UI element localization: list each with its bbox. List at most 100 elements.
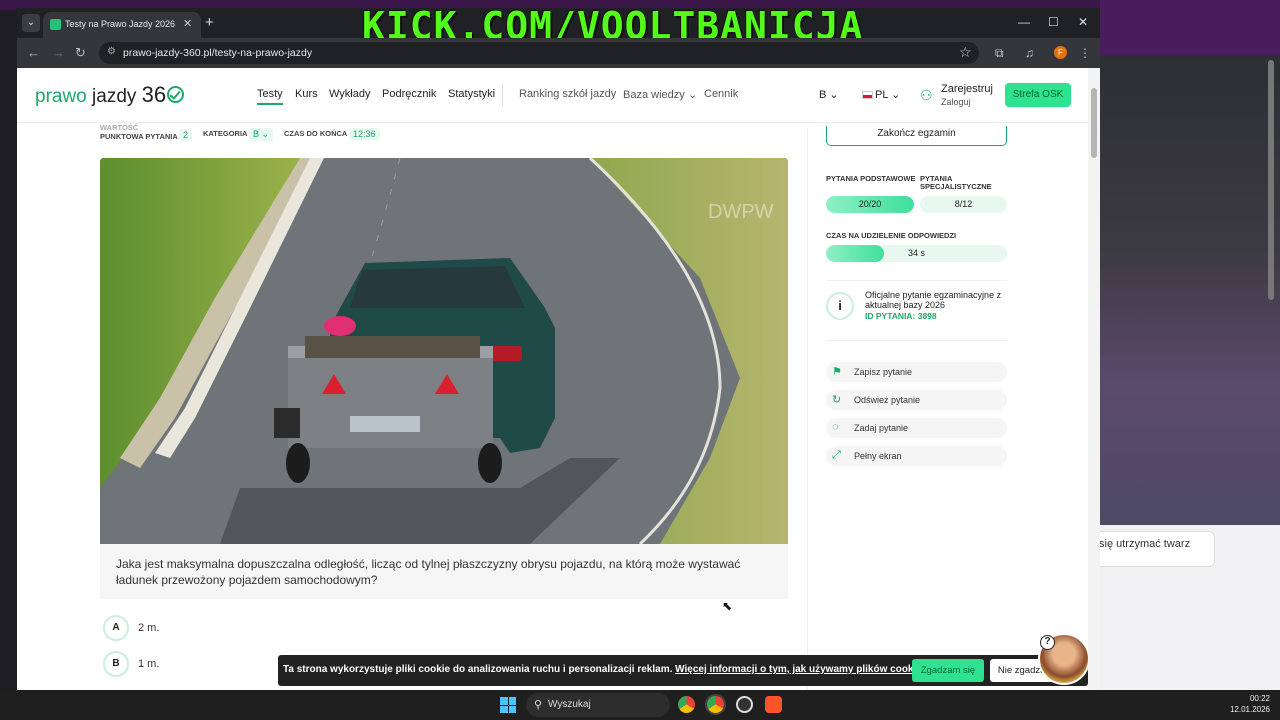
chat-message: się utrzymać twarz (1090, 531, 1215, 567)
time-left-value: 12:36 (349, 128, 380, 140)
points-label: PUNKTOWA PYTANIA (100, 132, 178, 141)
cookie-banner: Ta strona wykorzystuje pliki cookie do a… (278, 655, 1088, 686)
tab-search-button[interactable]: ⌄ (22, 14, 40, 32)
chat-bubble-icon: ◌ (832, 421, 839, 433)
answer-letter: A (103, 615, 129, 641)
system-clock[interactable]: 00:22 12.01.2026 (1226, 693, 1270, 715)
search-icon: ⚲ (534, 699, 543, 711)
register-link[interactable]: Zarejestruj (941, 83, 993, 95)
question-image: DWPW (100, 158, 788, 544)
bookmark-star-icon[interactable]: ☆ (959, 44, 972, 61)
poland-flag-icon (862, 91, 873, 99)
language-select[interactable]: PL ⌄ (862, 88, 900, 101)
taskbar: ⚲ Wyszukaj 00:22 12.01.2026 (0, 690, 1280, 720)
chrome-icon[interactable] (678, 696, 695, 713)
brave-icon[interactable] (765, 696, 782, 713)
car-with-trailer-photo: DWPW (100, 158, 788, 544)
logo-check-icon (167, 86, 185, 103)
nav-lectures[interactable]: Wykłady (329, 88, 370, 100)
points-value: 2 (179, 129, 193, 141)
chevron-down-icon: ⌄ (891, 89, 901, 101)
divider (826, 340, 1007, 341)
help-question-icon[interactable]: ? (1040, 635, 1055, 650)
save-question-button[interactable]: ⚑ Zapisz pytanie (826, 362, 1007, 382)
chevron-down-icon: ⌄ (687, 89, 698, 101)
site-header: prawo jazdy 36 Testy Kurs Wykłady Podręc… (17, 68, 1088, 123)
mouse-cursor-icon: ⬉ (722, 599, 733, 613)
svg-text:DWPW: DWPW (708, 201, 774, 223)
divider (826, 280, 1007, 281)
basic-questions-progress: 20/20 (826, 196, 914, 213)
sidebar-divider (807, 128, 808, 690)
media-controls-icon[interactable]: ♫ (1025, 46, 1034, 60)
tab-title: Testy na Prawo Jazdy 2026 - Da (65, 19, 175, 29)
nav-handbook[interactable]: Podręcznik (382, 88, 436, 100)
forward-arrow-icon[interactable]: → (52, 45, 65, 60)
special-questions-label: PYTANIA SPECJALISTYCZNE (920, 174, 992, 191)
background-scrollbar[interactable] (1268, 60, 1274, 300)
active-tab[interactable]: Testy na Prawo Jazdy 2026 - Da ✕ (43, 12, 201, 38)
new-tab-plus-icon[interactable]: + (205, 14, 214, 31)
profile-avatar[interactable]: F (1054, 46, 1067, 59)
official-question-text: Oficjalne pytanie egzaminacyjne z aktual… (865, 290, 1002, 310)
tab-bar: ⌄ Testy na Prawo Jazdy 2026 - Da ✕ + KIC… (17, 8, 1100, 48)
site-favicon-icon (50, 19, 61, 30)
category-select[interactable]: B ⌄ (819, 88, 839, 101)
chevron-down-icon: ⌄ (829, 89, 839, 101)
obs-icon[interactable] (736, 696, 753, 713)
basic-questions-label: PYTANIA PODSTAWOWE (826, 174, 916, 183)
nav-pricing[interactable]: Cennik (704, 88, 738, 100)
osk-zone-button[interactable]: Strefa OSK (1005, 83, 1071, 107)
expand-icon: ⤢ (832, 449, 841, 461)
close-icon[interactable]: ✕ (183, 17, 192, 30)
cookie-info-link[interactable]: Więcej informacji o tym, jak używamy pli… (675, 664, 922, 675)
cookie-text: Ta strona wykorzystuje pliki cookie do a… (283, 664, 922, 675)
window-close-icon[interactable]: ✕ (1078, 15, 1088, 29)
chevron-down-icon: ⌄ (261, 129, 270, 139)
answer-time-fill (826, 245, 884, 262)
nav-statistics[interactable]: Statystyki (448, 88, 495, 100)
menu-dots-icon[interactable]: ⋮ (1079, 46, 1091, 60)
answer-option-a[interactable]: A 2 m. (103, 615, 403, 641)
refresh-question-button[interactable]: ↻ Odśwież pytanie (826, 390, 1007, 410)
nav-ranking[interactable]: Ranking szkół jazdy (519, 88, 616, 100)
taskbar-search[interactable]: ⚲ Wyszukaj (526, 693, 670, 717)
nav-tests[interactable]: Testy (257, 88, 283, 105)
points-label-top: WARTOŚĆ (100, 123, 139, 132)
web-page: prawo jazdy 36 Testy Kurs Wykłady Podręc… (17, 68, 1088, 690)
address-bar-row: ← → ↻ ⚙ prawo-jazdy-360.pl/testy-na-praw… (17, 38, 1100, 68)
chrome-active-icon[interactable] (707, 696, 724, 713)
site-logo[interactable]: prawo jazdy 36 (35, 82, 185, 108)
fullscreen-button[interactable]: ⤢ Pełny ekran (826, 446, 1007, 466)
category-label: KATEGORIA (203, 129, 248, 138)
nav-knowledge-base[interactable]: Baza wiedzy ⌄ (623, 88, 697, 101)
cookie-accept-button[interactable]: Zgadzam się (912, 659, 984, 682)
time-left-label: CZAS DO KOŃCA (284, 129, 348, 138)
windows-start-icon[interactable] (500, 697, 516, 713)
minimize-icon[interactable]: — (1018, 15, 1030, 29)
browser-window: ⌄ Testy na Prawo Jazdy 2026 - Da ✕ + KIC… (17, 8, 1100, 690)
refresh-icon: ↻ (832, 394, 842, 406)
user-add-icon: ⚇ (920, 87, 933, 103)
ask-question-button[interactable]: ◌ Zadaj pytanie (826, 418, 1007, 438)
category-value[interactable]: B ⌄ (249, 128, 274, 141)
site-info-icon[interactable]: ⚙ (107, 46, 116, 57)
nav-divider (502, 84, 503, 106)
scrollbar-thumb[interactable] (1091, 88, 1097, 158)
background-window-toolbar (1100, 0, 1280, 55)
page-scrollbar[interactable] (1088, 68, 1100, 690)
special-questions-progress: 8/12 (920, 196, 1007, 213)
info-icon: i (826, 292, 854, 320)
maximize-icon[interactable]: ☐ (1048, 15, 1059, 29)
answer-time-label: CZAS NA UDZIELENIE ODPOWIEDZI (826, 231, 957, 240)
bookmark-icon: ⚑ (832, 366, 842, 378)
question-id: ID PYTANIA: 3898 (865, 311, 937, 321)
reload-icon[interactable]: ↻ (75, 45, 86, 61)
question-text: Jaka jest maksymalna dopuszczalna odległ… (100, 544, 788, 599)
end-exam-button[interactable]: Zakończ egzamin (826, 126, 1007, 146)
extensions-icon[interactable]: ⧉ (995, 46, 1004, 61)
login-link[interactable]: Zaloguj (941, 97, 971, 107)
nav-course[interactable]: Kurs (295, 88, 318, 100)
url-field[interactable]: ⚙ prawo-jazdy-360.pl/testy-na-prawo-jazd… (99, 42, 979, 64)
back-arrow-icon[interactable]: ← (27, 45, 40, 60)
